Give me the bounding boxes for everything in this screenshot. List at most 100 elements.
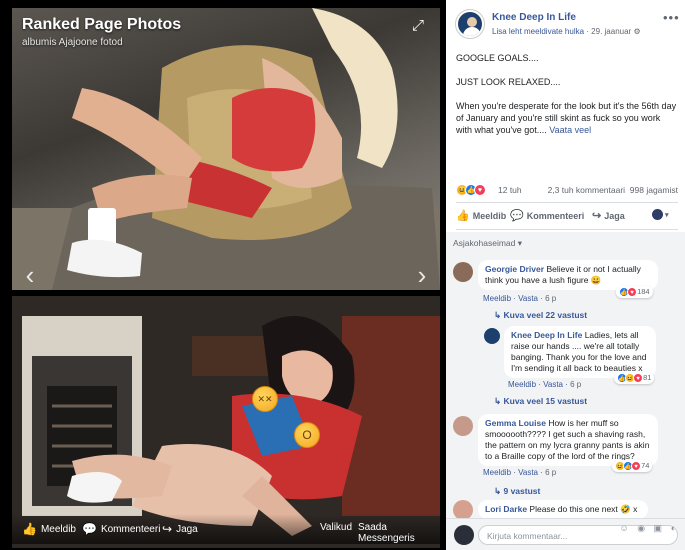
comment-input-placeholder: Kirjuta kommentaar... bbox=[487, 531, 568, 541]
comment-reactions[interactable]: 😆👍 ♥ 74 bbox=[612, 460, 653, 473]
post-side-panel: Knee Deep In Life Lisa leht meeldivate h… bbox=[446, 0, 685, 550]
post-line-3: When you're desperate for the look but i… bbox=[456, 100, 678, 136]
viewer-like-button[interactable]: 👍 Meeldib bbox=[22, 522, 76, 536]
comment-reaction-count: 184 bbox=[637, 287, 650, 296]
view-replies-label: 9 vastust bbox=[503, 486, 541, 496]
divider bbox=[456, 202, 678, 203]
share-arrow-icon: ↪ bbox=[162, 522, 173, 536]
album-title[interactable]: Ranked Page Photos bbox=[22, 16, 181, 34]
next-photo-arrow-icon[interactable]: › bbox=[412, 262, 432, 288]
comment-reaction-count: 74 bbox=[641, 461, 650, 470]
reply-author-avatar[interactable] bbox=[484, 328, 500, 344]
album-subtitle[interactable]: albumis Ajajoone fotod bbox=[22, 37, 123, 48]
comment-time[interactable]: 6 p bbox=[545, 468, 556, 477]
comment-author[interactable]: Georgie Driver bbox=[485, 264, 544, 274]
post-line-2: JUST LOOK RELAXED.... bbox=[456, 77, 561, 87]
view-more-replies-label: Kuva veel 15 vastust bbox=[503, 396, 588, 406]
comment-text: Please do this one next 🤣 x bbox=[529, 504, 638, 514]
comment-bubble-icon: 💬 bbox=[510, 210, 524, 222]
commenter-avatar[interactable] bbox=[453, 416, 473, 436]
comment-actions: Meeldib · Vasta · 6 p bbox=[483, 294, 557, 303]
photo-bottom[interactable]: ✕✕ O bbox=[12, 296, 440, 548]
view-more-replies-link[interactable]: ↳ Kuva veel 15 vastust bbox=[494, 396, 587, 407]
comment-like-link[interactable]: Meeldib bbox=[483, 468, 511, 477]
comment-button[interactable]: 💬 Kommenteeri bbox=[510, 209, 584, 222]
divider bbox=[456, 229, 678, 230]
comment-time[interactable]: 6 p bbox=[570, 380, 581, 389]
comment-bubble-icon: 💬 bbox=[82, 522, 97, 536]
comment-reactions[interactable]: 👍😆 ♥ 81 bbox=[614, 372, 655, 385]
post-body: GOOGLE GOALS.... JUST LOOK RELAXED.... W… bbox=[456, 52, 678, 148]
comment-time[interactable]: 6 p bbox=[545, 294, 556, 303]
see-more-link[interactable]: Vaata veel bbox=[549, 125, 591, 135]
post-date[interactable]: 29. jaanuar bbox=[591, 27, 631, 36]
comment-reply-link[interactable]: Vasta bbox=[518, 294, 538, 303]
page-name-link[interactable]: Knee Deep In Life bbox=[492, 12, 576, 23]
comment-author[interactable]: Gemma Louise bbox=[485, 418, 546, 428]
audience-gear-icon[interactable]: ⚙ bbox=[633, 27, 640, 36]
view-replies-link[interactable]: ↳ 9 vastust bbox=[494, 486, 540, 497]
surprised-face-emoji-icon: O bbox=[294, 422, 320, 448]
photo-bottom-illustration bbox=[12, 296, 440, 548]
comment-author[interactable]: Knee Deep In Life bbox=[511, 330, 582, 340]
commenter-avatar[interactable] bbox=[453, 500, 473, 520]
comment-bubble: Gemma Louise How is her muff so smooooot… bbox=[478, 414, 658, 466]
prev-photo-arrow-icon[interactable]: ‹ bbox=[20, 262, 40, 288]
photo-top[interactable]: ‹ › bbox=[12, 8, 440, 290]
dizzy-face-emoji-icon: ✕✕ bbox=[252, 386, 278, 412]
comment-actions: Meeldib · Vasta · 6 p bbox=[508, 380, 582, 389]
page-mini-avatar bbox=[652, 209, 663, 220]
post-as-selector[interactable]: ▾ bbox=[652, 209, 669, 220]
comment-sort-dropdown[interactable]: Asjakohaseimad ▾ bbox=[453, 238, 522, 249]
expand-fullscreen-icon[interactable]: ⤢ bbox=[410, 18, 426, 34]
photo-top-illustration bbox=[12, 8, 440, 290]
viewer-comment-label: Kommenteeri bbox=[100, 523, 161, 535]
comments-section: Asjakohaseimad ▾ Georgie Driver Believe … bbox=[446, 232, 685, 520]
post-header: Knee Deep In Life Lisa leht meeldivate h… bbox=[456, 10, 680, 42]
post-action-bar: 👍 Meeldib 💬 Kommenteeri ↪ Jaga ▾ bbox=[456, 207, 678, 225]
thumbs-up-icon: 👍 bbox=[22, 522, 37, 536]
view-more-replies-link[interactable]: ↳ Kuva veel 22 vastust bbox=[494, 310, 587, 321]
engagement-counts: 2,3 tuh kommentaari 998 jagamist bbox=[548, 185, 678, 195]
like-page-link[interactable]: Lisa leht meeldivate hulka bbox=[492, 27, 584, 36]
more-options-icon[interactable]: ••• bbox=[663, 10, 680, 25]
comment-reply-link[interactable]: Vasta bbox=[518, 468, 538, 477]
comment-like-link[interactable]: Meeldib bbox=[483, 294, 511, 303]
comment-bubble: Knee Deep In Life Ladies, lets all raise… bbox=[504, 326, 656, 378]
reaction-summary[interactable]: 😆👍 ♥ 12 tuh 2,3 tuh kommentaari 998 jagam… bbox=[456, 184, 678, 198]
viewer-share-button[interactable]: ↪ Jaga bbox=[162, 522, 198, 536]
comment-label: Kommenteeri bbox=[526, 210, 585, 221]
comment-attachment-icons[interactable]: ☺ ◉ ▣ ◐ bbox=[620, 523, 679, 534]
comment-like-link[interactable]: Meeldib bbox=[508, 380, 536, 389]
viewer-options-label: Valikud bbox=[320, 522, 353, 533]
view-more-replies-label: Kuva veel 22 vastust bbox=[503, 310, 588, 320]
comment-reply-link[interactable]: Vasta bbox=[543, 380, 563, 389]
viewer-action-bar: 👍 Meeldib 💬 Kommenteeri ↪ Jaga Valikud S… bbox=[12, 514, 440, 544]
photo-viewer: ‹ › ✕✕ O Ranked Page Photos albumis Ajaj… bbox=[0, 0, 446, 550]
share-button[interactable]: ↪ Jaga bbox=[592, 209, 625, 222]
page-avatar[interactable] bbox=[456, 10, 484, 38]
send-in-messenger-label: Saada Messengeris bbox=[358, 522, 415, 544]
share-arrow-icon: ↪ bbox=[592, 210, 602, 222]
write-comment-bar: Kirjuta kommentaar... ☺ ◉ ▣ ◐ bbox=[446, 518, 685, 550]
current-user-avatar[interactable] bbox=[454, 525, 474, 545]
like-button[interactable]: 👍 Meeldib bbox=[456, 209, 506, 222]
comment-author[interactable]: Lori Darke bbox=[485, 504, 527, 514]
reaction-count[interactable]: 12 tuh bbox=[498, 185, 522, 195]
thumbs-up-icon: 👍 bbox=[456, 210, 470, 222]
like-label: Meeldib bbox=[472, 210, 507, 221]
comment-reaction-count: 81 bbox=[643, 373, 652, 382]
love-reaction-icon: ♥ bbox=[474, 184, 486, 196]
send-in-messenger-button[interactable]: Saada Messengeris bbox=[358, 522, 440, 544]
photo-theater: ‹ › ✕✕ O Ranked Page Photos albumis Ajaj… bbox=[0, 0, 685, 550]
post-line-1: GOOGLE GOALS.... bbox=[456, 53, 539, 63]
comment-actions: Meeldib · Vasta · 6 p bbox=[483, 468, 557, 477]
shares-count[interactable]: 998 jagamist bbox=[630, 185, 678, 195]
commenter-avatar[interactable] bbox=[453, 262, 473, 282]
chevron-down-icon: ▾ bbox=[665, 211, 669, 219]
comments-count[interactable]: 2,3 tuh kommentaari bbox=[548, 185, 625, 195]
viewer-options-button[interactable]: Valikud bbox=[320, 522, 352, 533]
viewer-like-label: Meeldib bbox=[40, 523, 76, 535]
comment-reactions[interactable]: 👍 ♥ 184 bbox=[616, 286, 653, 299]
viewer-comment-button[interactable]: 💬 Kommenteeri bbox=[82, 522, 160, 536]
